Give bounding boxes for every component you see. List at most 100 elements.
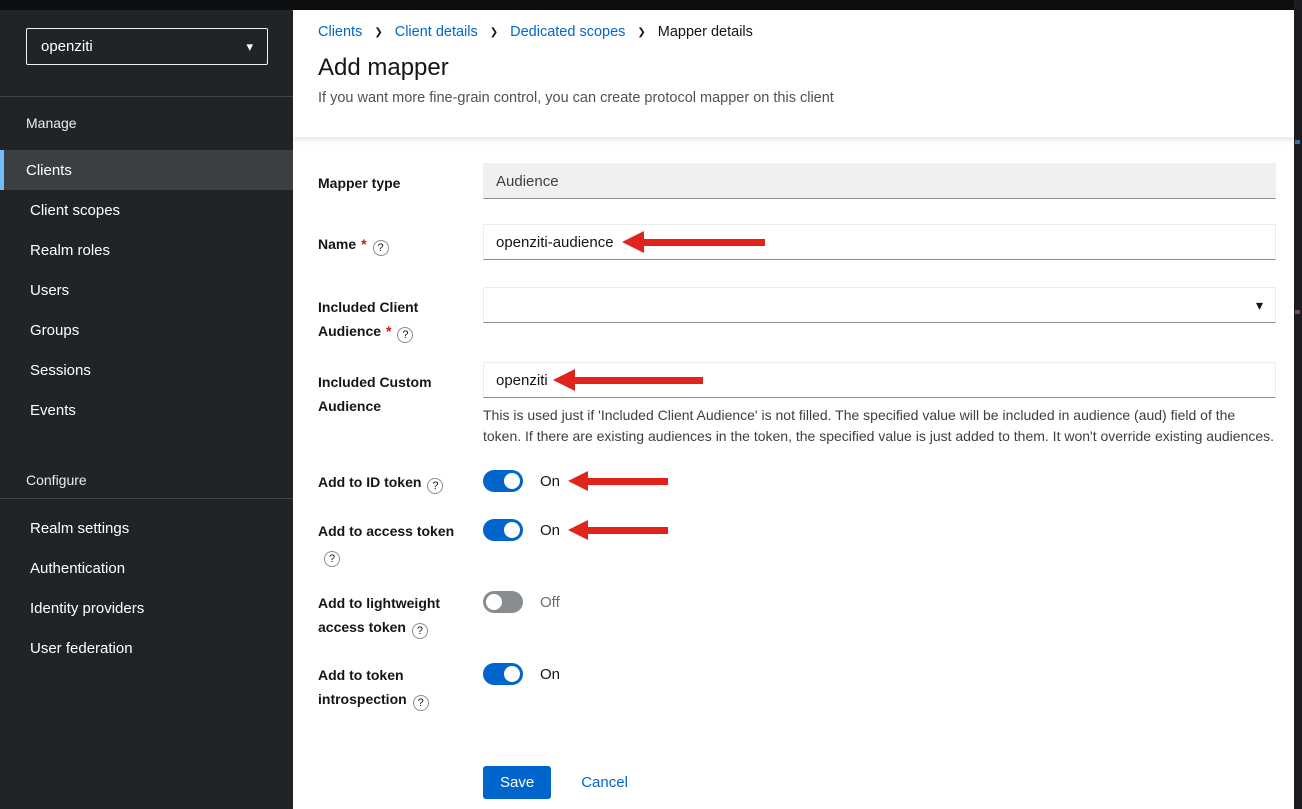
- sidebar-item-authentication[interactable]: Authentication: [0, 548, 293, 588]
- included-custom-audience-row: Included Custom Audience This is used ju…: [318, 362, 1276, 447]
- annotation-arrow: [553, 369, 703, 391]
- form-actions: Save Cancel: [483, 766, 883, 799]
- nav-section-manage: Manage: [26, 115, 77, 131]
- toggle-state: On: [540, 522, 560, 539]
- sidebar-item-events[interactable]: Events: [0, 390, 293, 430]
- breadcrumb-dedicated-scopes[interactable]: Dedicated scopes: [510, 24, 625, 40]
- chevron-right-icon: ❯: [374, 27, 382, 38]
- arrow-head-icon: [568, 471, 588, 491]
- scrollbar-marker: [1295, 140, 1300, 144]
- manage-nav: Clients Client scopes Realm roles Users …: [0, 150, 293, 430]
- toggle-state: On: [540, 666, 560, 683]
- add-to-lightweight-access-token-label: Add to lightweight access token: [318, 591, 468, 639]
- sidebar-item-realm-settings[interactable]: Realm settings: [0, 508, 293, 548]
- caret-down-icon: ▾: [1256, 297, 1263, 314]
- arrow-shaft: [588, 527, 668, 534]
- annotation-arrow: [568, 520, 668, 540]
- name-label: Name*: [318, 224, 468, 260]
- page-title: Add mapper: [318, 53, 1302, 83]
- toggle-knob: [504, 666, 520, 682]
- toggle-knob: [504, 522, 520, 538]
- realm-selector-value: openziti: [41, 38, 93, 55]
- breadcrumb-mapper-details: Mapper details: [658, 24, 753, 40]
- add-to-access-token-row: Add to access token On: [318, 519, 1276, 567]
- help-icon[interactable]: [427, 478, 443, 494]
- page-scrollbar[interactable]: [1294, 0, 1302, 809]
- required-asterisk: *: [386, 323, 391, 339]
- add-to-lightweight-access-token-toggle[interactable]: [483, 591, 523, 613]
- add-to-id-token-label: Add to ID token: [318, 470, 468, 494]
- sidebar-item-client-scopes[interactable]: Client scopes: [0, 190, 293, 230]
- add-to-id-token-toggle[interactable]: [483, 470, 523, 492]
- included-client-audience-label: Included Client Audience*: [318, 287, 468, 343]
- arrow-head-icon: [553, 369, 575, 391]
- help-icon[interactable]: [324, 551, 340, 567]
- mapper-type-label: Mapper type: [318, 163, 468, 199]
- arrow-shaft: [575, 377, 703, 384]
- chevron-right-icon: ❯: [490, 27, 498, 38]
- toggle-knob: [486, 594, 502, 610]
- add-to-token-introspection-label: Add to token introspection: [318, 663, 468, 711]
- scrollbar-marker: [1295, 310, 1300, 314]
- name-input[interactable]: [483, 224, 1276, 260]
- toggle-knob: [504, 473, 520, 489]
- add-to-lightweight-access-token-row: Add to lightweight access token Off: [318, 591, 1276, 639]
- annotation-arrow: [622, 231, 765, 253]
- annotation-arrow: [568, 471, 668, 491]
- sidebar-divider: [0, 498, 293, 499]
- add-to-access-token-label: Add to access token: [318, 519, 468, 567]
- add-to-id-token-field: On: [483, 470, 1276, 494]
- included-client-audience-row: Included Client Audience* ▾: [318, 287, 1276, 343]
- caret-down-icon: ▾: [246, 39, 253, 55]
- name-field-wrap: [483, 224, 1276, 260]
- page-subtitle: If you want more fine-grain control, you…: [318, 88, 1302, 108]
- mapper-form: Mapper type Name* Included Client Audien…: [293, 137, 1302, 809]
- arrow-shaft: [644, 239, 765, 246]
- arrow-head-icon: [568, 520, 588, 540]
- required-asterisk: *: [361, 236, 366, 252]
- arrow-head-icon: [622, 231, 644, 253]
- chevron-right-icon: ❯: [637, 27, 645, 38]
- sidebar-item-user-federation[interactable]: User federation: [0, 628, 293, 668]
- mapper-type-field[interactable]: [483, 163, 1276, 199]
- add-to-access-token-field: On: [483, 519, 1276, 567]
- add-to-access-token-toggle[interactable]: [483, 519, 523, 541]
- save-button[interactable]: Save: [483, 766, 551, 799]
- help-icon[interactable]: [412, 623, 428, 639]
- arrow-shaft: [588, 478, 668, 485]
- sidebar-divider: [0, 96, 293, 97]
- sidebar-item-realm-roles[interactable]: Realm roles: [0, 230, 293, 270]
- help-icon[interactable]: [413, 695, 429, 711]
- included-custom-audience-help: This is used just if 'Included Client Au…: [483, 405, 1276, 447]
- configure-nav: Realm settings Authentication Identity p…: [0, 508, 293, 668]
- page-header: Clients ❯ Client details ❯ Dedicated sco…: [293, 10, 1302, 137]
- included-client-audience-field-wrap: ▾: [483, 287, 1276, 343]
- toggle-state: Off: [540, 594, 560, 611]
- included-custom-audience-label: Included Custom Audience: [318, 362, 468, 447]
- add-to-id-token-row: Add to ID token On: [318, 470, 1276, 494]
- help-icon[interactable]: [373, 240, 389, 256]
- add-to-lightweight-access-token-field: Off: [483, 591, 1276, 639]
- breadcrumb-clients[interactable]: Clients: [318, 24, 362, 40]
- sidebar-item-identity-providers[interactable]: Identity providers: [0, 588, 293, 628]
- add-to-token-introspection-field: On: [483, 663, 1276, 711]
- included-custom-audience-field-wrap: This is used just if 'Included Client Au…: [483, 362, 1276, 447]
- mapper-type-field-wrap: [483, 163, 1276, 199]
- add-to-token-introspection-row: Add to token introspection On: [318, 663, 1276, 711]
- sidebar-item-clients[interactable]: Clients: [0, 150, 293, 190]
- help-icon[interactable]: [397, 327, 413, 343]
- cancel-button[interactable]: Cancel: [581, 774, 628, 791]
- top-window-bar: [0, 0, 1302, 10]
- breadcrumb-client-details[interactable]: Client details: [395, 24, 478, 40]
- sidebar-item-groups[interactable]: Groups: [0, 310, 293, 350]
- breadcrumb: Clients ❯ Client details ❯ Dedicated sco…: [318, 24, 1302, 40]
- realm-selector[interactable]: openziti ▾: [26, 28, 268, 65]
- add-to-token-introspection-toggle[interactable]: [483, 663, 523, 685]
- name-row: Name*: [318, 224, 1276, 260]
- sidebar: openziti ▾ Manage Clients Client scopes …: [0, 10, 293, 809]
- sidebar-item-sessions[interactable]: Sessions: [0, 350, 293, 390]
- sidebar-item-users[interactable]: Users: [0, 270, 293, 310]
- toggle-state: On: [540, 473, 560, 490]
- nav-section-configure: Configure: [26, 472, 87, 488]
- included-client-audience-select[interactable]: ▾: [483, 287, 1276, 323]
